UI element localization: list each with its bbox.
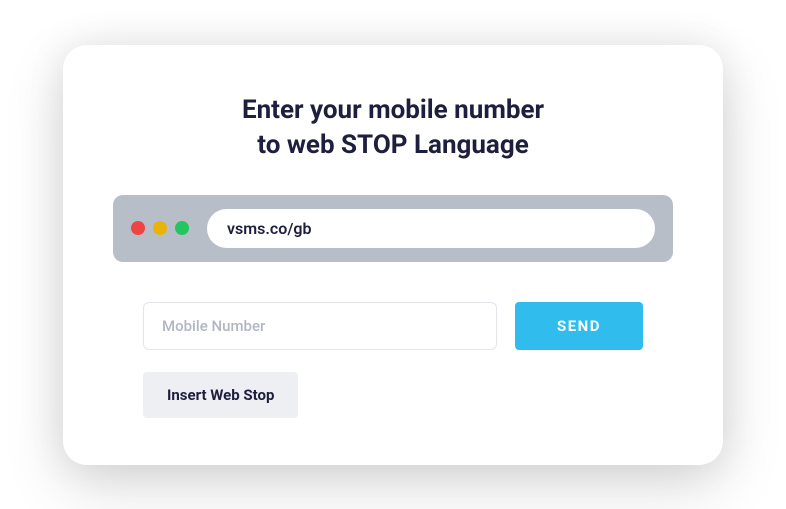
form-row: SEND [113,302,673,350]
card-container: Enter your mobile number to web STOP Lan… [63,45,723,465]
close-icon [131,221,145,235]
traffic-lights [131,221,189,235]
browser-bar: vsms.co/gb [113,195,673,262]
heading-line-2: to web STOP Language [257,130,529,160]
page-heading: Enter your mobile number to web STOP Lan… [113,93,673,163]
minimize-icon [153,221,167,235]
send-button[interactable]: SEND [515,302,643,350]
insert-row: Insert Web Stop [113,372,673,418]
mobile-number-input[interactable] [143,302,497,350]
url-display: vsms.co/gb [207,209,655,248]
maximize-icon [175,221,189,235]
heading-line-1: Enter your mobile number [242,95,544,125]
insert-web-stop-button[interactable]: Insert Web Stop [143,372,298,418]
